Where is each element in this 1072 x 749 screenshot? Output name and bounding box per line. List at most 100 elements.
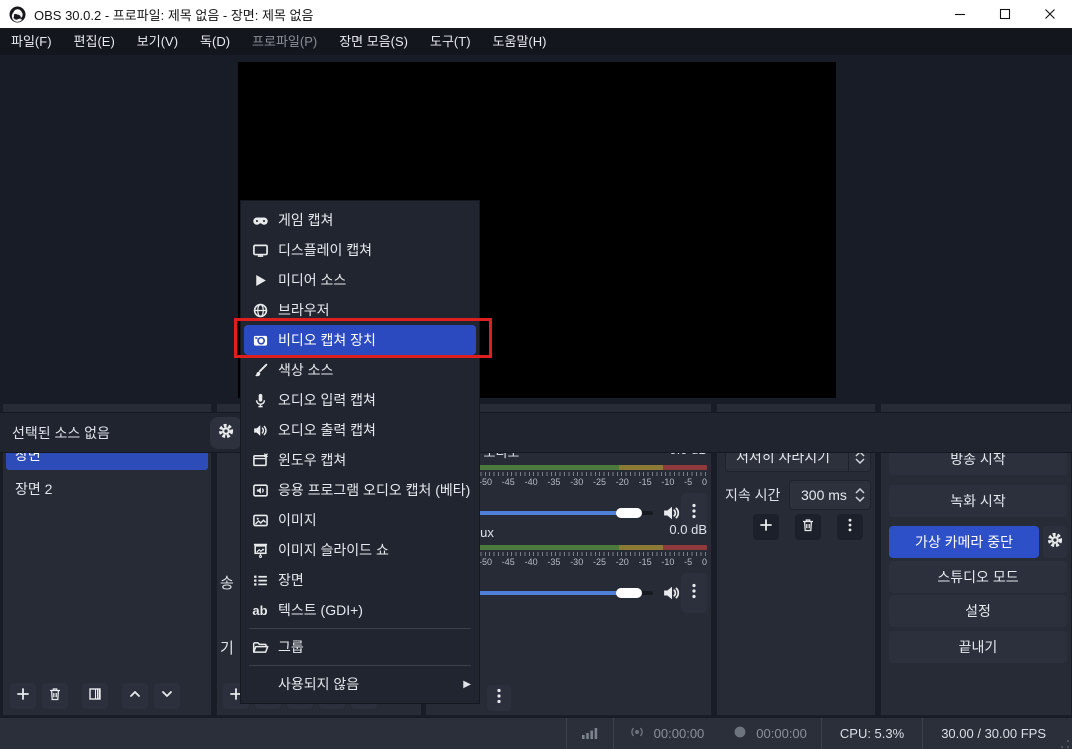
menu-scene-collection[interactable]: 장면 모음(S) — [328, 28, 419, 55]
duration-spinbox[interactable]: 300 ms — [789, 480, 871, 510]
record-timer: 00:00:00 — [718, 724, 821, 743]
window-title: OBS 30.0.2 - 프로파일: 제목 없음 - 장면: 제목 없음 — [34, 7, 314, 23]
resize-grip-icon[interactable] — [1060, 737, 1070, 748]
minimize-button[interactable] — [937, 0, 982, 28]
chevron-up-icon — [127, 686, 143, 707]
fps-indicator: 30.00 / 30.00 FPS — [941, 726, 1046, 741]
menu-bar: 파일(F) 편집(E) 보기(V) 독(D) 프로파일(P) 장면 모음(S) … — [0, 28, 1072, 55]
menu-profile[interactable]: 프로파일(P) — [241, 28, 328, 55]
transition-buttons — [717, 514, 875, 540]
menu-edit[interactable]: 편집(E) — [63, 28, 126, 55]
speaker-icon — [251, 422, 269, 439]
gamepad-icon — [251, 212, 269, 229]
dots-vertical-icon — [687, 582, 701, 605]
menu-help[interactable]: 도움말(H) — [482, 28, 558, 55]
transition-options-button[interactable] — [837, 514, 863, 540]
slider-handle[interactable] — [615, 588, 642, 598]
annotation-rectangle — [234, 318, 492, 358]
menu-view[interactable]: 보기(V) — [126, 28, 189, 55]
start-recording-button[interactable]: 녹화 시작 — [889, 485, 1067, 517]
scene-item[interactable]: 장면 2 — [6, 474, 208, 504]
duration-label: 지속 시간 — [725, 487, 781, 503]
channel-level: 0.0 dB — [669, 522, 707, 537]
record-icon — [732, 724, 748, 743]
slideshow-icon — [251, 542, 269, 559]
status-bar: 00:00:00 00:00:00 CPU: 5.3% 30.00 / 30.0… — [0, 718, 1072, 749]
move-scene-down-button[interactable] — [154, 683, 180, 709]
scene-icon — [251, 572, 269, 589]
obs-window: 선택된 소스 없음 장면 목록 장면 장면 2 — [0, 0, 1072, 749]
speaker-icon[interactable] — [661, 583, 681, 603]
scene-toolbar — [3, 680, 211, 712]
microphone-icon — [251, 392, 269, 409]
menu-item-application-audio-capture[interactable]: 응용 프로그램 오디오 캡처 (베타) — [241, 475, 479, 505]
remove-transition-button[interactable] — [795, 514, 821, 540]
duration-value: 300 ms — [801, 487, 847, 503]
stream-time: 00:00:00 — [653, 726, 705, 741]
dots-vertical-icon — [492, 687, 506, 710]
menu-separator — [249, 665, 471, 666]
folder-icon — [251, 639, 269, 656]
globe-icon — [251, 302, 269, 319]
stream-icon — [628, 724, 646, 743]
menu-item-group[interactable]: 그룹 — [241, 632, 479, 662]
duration-row: 지속 시간 300 ms — [725, 480, 871, 510]
menu-item-audio-output-capture[interactable]: 오디오 출력 캡쳐 — [241, 415, 479, 445]
no-source-selected-label: 선택된 소스 없음 — [12, 424, 110, 441]
filter-icon — [87, 686, 103, 707]
add-transition-button[interactable] — [753, 514, 779, 540]
slider-handle[interactable] — [615, 508, 642, 518]
play-icon — [251, 272, 269, 289]
source-item-fragment: 송 — [220, 575, 234, 592]
signal-bars-icon — [581, 725, 599, 742]
menu-item-window-capture[interactable]: 윈도우 캡쳐 — [241, 445, 479, 475]
dots-vertical-icon — [843, 517, 857, 538]
menu-item-game-capture[interactable]: 게임 캡쳐 — [241, 205, 479, 235]
spinbox-arrows[interactable] — [850, 488, 870, 502]
move-scene-up-button[interactable] — [122, 683, 148, 709]
brush-icon — [251, 362, 269, 379]
window-icon — [251, 452, 269, 469]
settings-button[interactable]: 설정 — [889, 595, 1067, 627]
exit-button[interactable]: 끝내기 — [889, 631, 1067, 663]
kbps-indicator — [567, 725, 613, 742]
menu-item-text-gdi[interactable]: ab 텍스트 (GDI+) — [241, 595, 479, 625]
menu-separator — [249, 628, 471, 629]
title-bar[interactable]: OBS 30.0.2 - 프로파일: 제목 없음 - 장면: 제목 없음 — [0, 0, 1072, 28]
scene-filters-button[interactable] — [82, 683, 108, 709]
menu-item-media-source[interactable]: 미디어 소스 — [241, 265, 479, 295]
menu-item-scene[interactable]: 장면 — [241, 565, 479, 595]
close-button[interactable] — [1027, 0, 1072, 28]
menu-item-color-source[interactable]: 색상 소스 — [241, 355, 479, 385]
speaker-icon[interactable] — [661, 503, 681, 523]
add-scene-button[interactable] — [10, 683, 36, 709]
display-icon — [251, 242, 269, 259]
add-source-context-menu: 게임 캡쳐 디스플레이 캡쳐 미디어 소스 브라우저 비디오 캡쳐 장치 색상 … — [240, 200, 480, 704]
menu-item-deprecated[interactable]: 사용되지 않음 ▶ — [241, 669, 479, 699]
plus-icon — [758, 517, 774, 538]
source-item-fragment: 기 — [220, 640, 234, 657]
trash-icon — [800, 517, 816, 538]
plus-icon — [15, 686, 31, 707]
maximize-button[interactable] — [982, 0, 1027, 28]
app-audio-icon — [251, 482, 269, 499]
chevron-down-icon — [159, 686, 175, 707]
source-context-toolbar: 선택된 소스 없음 — [0, 412, 1072, 453]
menu-item-image-slideshow[interactable]: 이미지 슬라이드 쇼 — [241, 535, 479, 565]
source-properties-button[interactable] — [210, 417, 242, 449]
menu-item-image[interactable]: 이미지 — [241, 505, 479, 535]
menu-item-audio-input-capture[interactable]: 오디오 입력 캡쳐 — [241, 385, 479, 415]
menu-tools[interactable]: 도구(T) — [419, 28, 482, 55]
scene-item-label: 장면 2 — [15, 481, 53, 497]
trash-icon — [47, 686, 63, 707]
virtual-camera-settings-button[interactable] — [1043, 526, 1067, 558]
stop-virtual-camera-button[interactable]: 가상 카메라 중단 — [889, 526, 1039, 558]
menu-item-display-capture[interactable]: 디스플레이 캡쳐 — [241, 235, 479, 265]
mixer-options-button[interactable] — [487, 685, 511, 711]
studio-mode-button[interactable]: 스튜디오 모드 — [889, 561, 1067, 593]
remove-scene-button[interactable] — [42, 683, 68, 709]
menu-docks[interactable]: 독(D) — [189, 28, 241, 55]
channel-options-button[interactable] — [681, 573, 707, 613]
menu-file[interactable]: 파일(F) — [0, 28, 63, 55]
gear-icon — [1046, 531, 1064, 554]
